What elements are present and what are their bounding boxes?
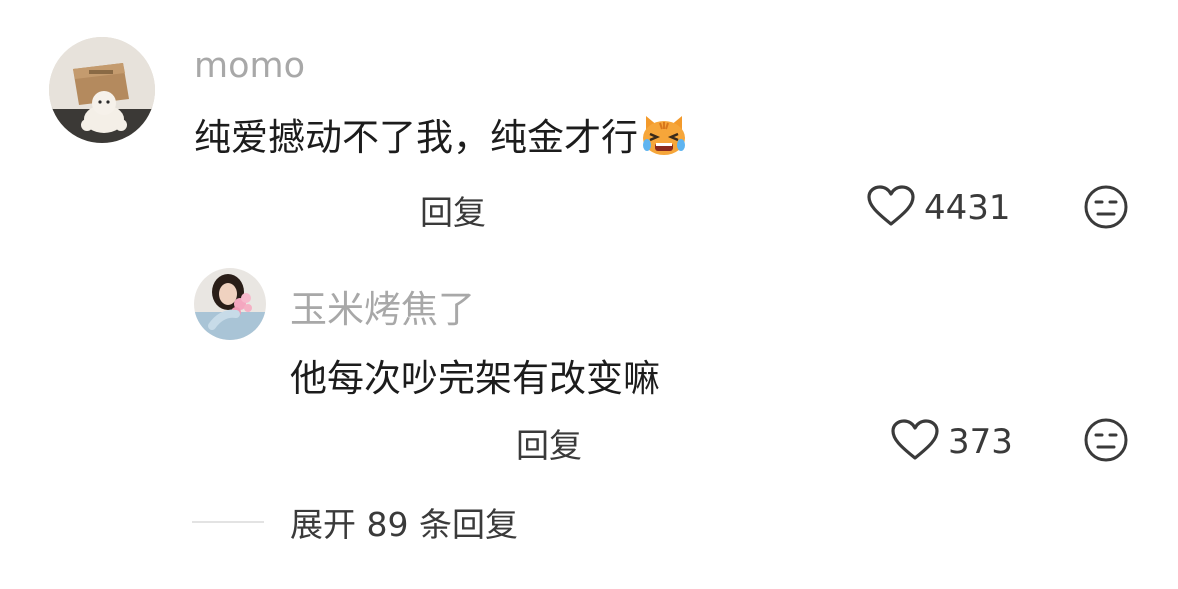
divider-line (192, 521, 264, 523)
meh-face-icon[interactable] (1083, 184, 1129, 234)
crying-angry-cat-emoji (640, 112, 688, 165)
heart-outline-icon (866, 184, 916, 232)
reply-text: 他每次吵完架有改变嘛 (290, 357, 660, 400)
comment-text: 纯爱撼动不了我，纯金才行 (194, 107, 688, 165)
reply-username[interactable]: 玉米烤焦了 (290, 279, 475, 333)
reply-button[interactable]: 回复 (420, 186, 486, 234)
avatar-momo[interactable] (49, 37, 155, 143)
like-button[interactable]: 4431 (866, 184, 1011, 232)
heart-outline-icon (890, 418, 940, 466)
comment-text-body: 纯爱撼动不了我，纯金才行 (194, 116, 638, 159)
comment-username[interactable]: momo (194, 46, 305, 86)
expand-replies-label: 展开 89 条回复 (290, 505, 518, 544)
like-count: 373 (948, 422, 1013, 462)
meh-face-icon[interactable] (1083, 417, 1129, 467)
avatar-yumikaojiaole[interactable] (194, 268, 266, 340)
reply-button[interactable]: 回复 (516, 419, 582, 467)
like-button[interactable]: 373 (890, 418, 1013, 466)
expand-replies-button[interactable]: 展开 89 条回复 (192, 498, 518, 546)
like-count: 4431 (924, 188, 1011, 228)
